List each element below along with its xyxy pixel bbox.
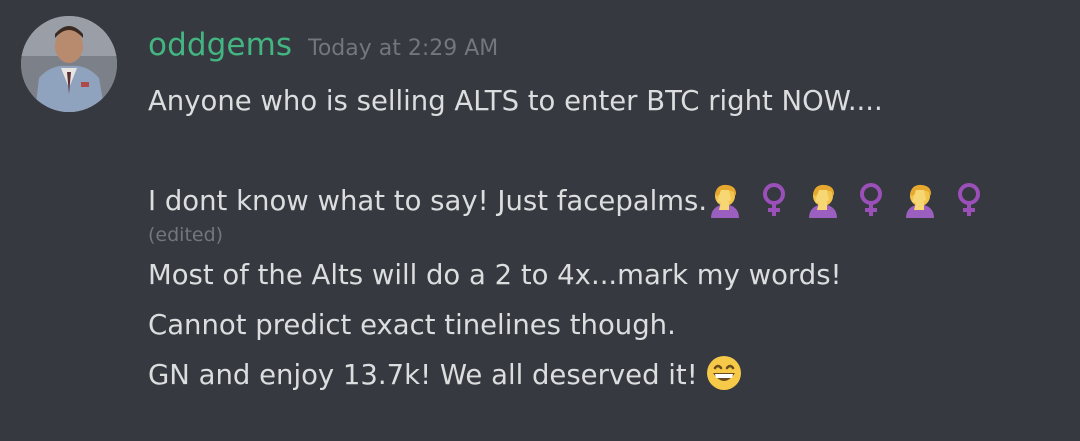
grinning-face-icon xyxy=(707,356,742,390)
timestamp[interactable]: Today at 2:29 AM xyxy=(308,24,498,74)
person-facepalming-icon xyxy=(808,184,837,218)
female-sign-icon xyxy=(957,183,980,216)
message-line-3: Most of the Alts will do a 2 to 4x...mar… xyxy=(148,259,842,291)
female-sign-icon xyxy=(762,183,785,216)
person-facepalming-icon xyxy=(711,184,740,218)
avatar-icon xyxy=(21,16,117,112)
female-sign-icon xyxy=(860,183,883,216)
emoji-group xyxy=(707,177,991,227)
message-line-5-text: GN and enjoy 13.7k! We all deserved it! xyxy=(148,359,698,391)
person-facepalming-icon xyxy=(906,184,935,218)
message-line-1: Anyone who is selling ALTS to enter BTC … xyxy=(148,85,883,117)
message-line-2: I dont know what to say! Just facepalms. xyxy=(148,176,1060,226)
username[interactable]: oddgems xyxy=(148,20,292,70)
message-line-4: Cannot predict exact tinelines though. xyxy=(148,309,676,341)
message-line-2-text: I dont know what to say! Just facepalms. xyxy=(148,185,708,217)
message-content: oddgems Today at 2:29 AM Anyone who is s… xyxy=(148,20,1060,400)
user-avatar[interactable] xyxy=(21,16,117,112)
chat-message: oddgems Today at 2:29 AM Anyone who is s… xyxy=(0,0,1080,441)
message-line-5: GN and enjoy 13.7k! We all deserved it! xyxy=(148,350,1060,400)
message-header: oddgems Today at 2:29 AM xyxy=(148,20,1060,70)
